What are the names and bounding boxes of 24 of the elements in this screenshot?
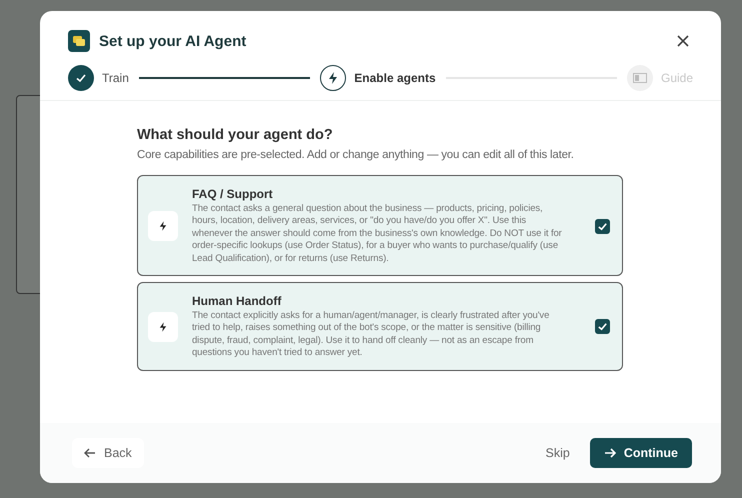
step-label: Enable agents [354,71,436,85]
close-icon [677,35,689,47]
capability-title: FAQ / Support [192,187,274,201]
lightning-icon [148,211,178,242]
skip-button[interactable]: Skip [534,438,582,468]
checkmark-icon [597,321,608,332]
capability-title: Human Handoff [192,294,282,308]
arrow-right-icon [604,448,616,458]
lightning-icon [148,312,178,342]
section-heading: What should your agent do? [137,127,334,143]
step-label: Train [102,71,129,85]
capability-card[interactable] [137,175,623,276]
checkbox[interactable] [595,218,610,234]
checkbox[interactable] [595,319,610,334]
checkmark-icon [597,220,608,232]
capability-description: The contact asks a general question about the business — products, pricing, policies, hours, location, delivery areas, services, or "do you have/do you offer X". Use this whenever the answer should come from the business's own knowledge. Do NOT use it for order-specific lookups (use Order Status), for a buyer who wants to purchase/qualify (use Lead Qualification), or for returns (use Returns). [192,203,563,266]
section-subtitle: Core capabilities are pre-selected. Add or change anything — you can edit all of this later. [137,149,575,161]
arrow-left-icon [84,448,96,458]
chat-bubbles-icon [68,30,90,52]
back-button[interactable]: Back [72,438,144,468]
capability-card[interactable] [137,282,623,371]
continue-button[interactable]: Continue [590,438,692,468]
dialog-title: Set up your AI Agent [99,32,248,50]
capability-description: The contact explicitly asks for a human/agent/manager, is clearly frustrated after you've tried to help, raises something out of the bot's scope, or the matter is sensitive (billing dispute, fraud, complaint, legal). Use it to hand off cleanly — not as an escape from questions you haven't tried to answer yet. [192,310,550,360]
